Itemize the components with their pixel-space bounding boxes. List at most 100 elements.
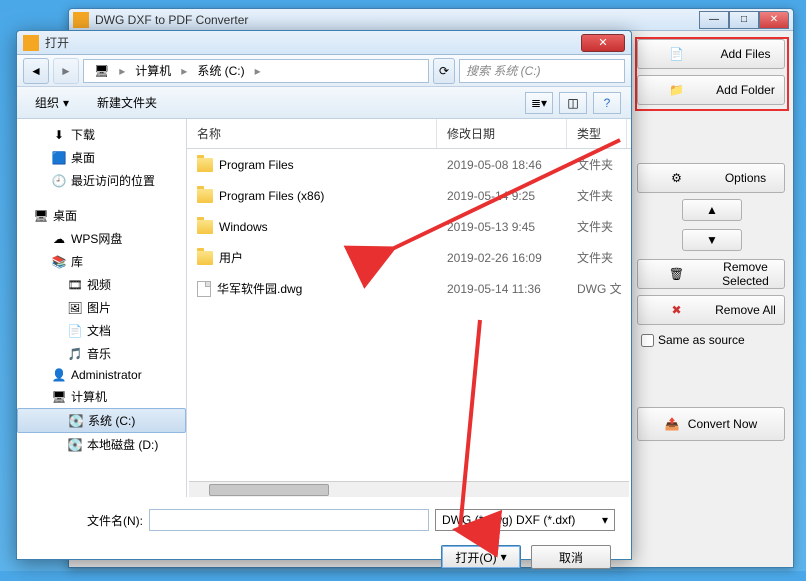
dialog-titlebar[interactable]: 打开 ✕ xyxy=(17,31,631,55)
file-row[interactable]: Windows2019-05-13 9:45文件夹 xyxy=(187,211,631,242)
nav-forward-button[interactable]: ► xyxy=(53,58,79,84)
file-date: 2019-05-14 9:25 xyxy=(437,184,567,207)
breadcrumb-drive[interactable]: 系统 (C:) xyxy=(191,60,250,81)
tree-item[interactable]: ☁ WPS网盘 xyxy=(17,227,186,250)
search-input[interactable]: 搜索 系统 (C:) xyxy=(459,59,625,83)
same-as-source-checkbox[interactable] xyxy=(641,334,654,347)
tree-item-label: 最近访问的位置 xyxy=(71,172,155,189)
folder-icon xyxy=(197,220,213,234)
video-icon: 🎞 xyxy=(67,278,83,292)
maximize-button[interactable]: □ xyxy=(729,11,759,29)
file-type: DWG 文 xyxy=(567,277,627,300)
tree-item[interactable]: 💽系统 (C:) xyxy=(17,408,186,433)
tree-item-label: WPS网盘 xyxy=(71,230,122,247)
breadcrumb-computer-icon[interactable]: 🖥 xyxy=(88,62,115,80)
breadcrumb[interactable]: 🖥 ▸ 计算机 ▸ 系统 (C:) ▸ xyxy=(83,59,429,83)
minimize-button[interactable]: — xyxy=(699,11,729,29)
filename-input[interactable] xyxy=(149,509,429,531)
move-down-button[interactable]: ▼ xyxy=(682,229,742,251)
remove-all-button[interactable]: ✖ Remove All xyxy=(637,295,785,325)
tree-item-label: 音乐 xyxy=(87,345,111,362)
app-title: DWG DXF to PDF Converter xyxy=(95,13,699,27)
add-files-button[interactable]: 📄 Add Files xyxy=(637,39,785,69)
open-button-label: 打开(O) xyxy=(455,549,496,566)
remove-all-icon: ✖ xyxy=(646,300,707,320)
filename-label: 文件名(N): xyxy=(33,512,143,529)
tree-item[interactable]: 🎵音乐 xyxy=(17,342,186,365)
preview-pane-button[interactable]: ◫ xyxy=(559,92,587,114)
add-file-icon: 📄 xyxy=(646,44,707,64)
tree-item[interactable]: 🕘最近访问的位置 xyxy=(17,169,186,192)
refresh-button[interactable]: ⟳ xyxy=(433,58,455,84)
tree-item[interactable]: 🟦桌面 xyxy=(17,146,186,169)
file-row[interactable]: Program Files2019-05-08 18:46文件夹 xyxy=(187,149,631,180)
file-name: 华军软件园.dwg xyxy=(217,280,302,297)
col-type[interactable]: 类型 xyxy=(567,119,627,148)
same-as-source-row[interactable]: Same as source xyxy=(641,333,787,347)
folder-tree[interactable]: ⬇下载🟦桌面🕘最近访问的位置 🖥桌面 ☁ WPS网盘 📚库 🎞 视频 🖼图片📄文档🎵音乐👤Ad… xyxy=(17,119,187,497)
computer-icon: 🖥 xyxy=(51,390,67,404)
search-placeholder: 搜索 系统 (C:) xyxy=(466,62,541,79)
side-panel: 📄 Add Files 📁 Add Folder ⚙ Options ▲ ▼ 🗑… xyxy=(637,39,787,441)
drive-icon: 💽 xyxy=(68,414,84,428)
tree-item[interactable]: 🖼图片 xyxy=(17,296,186,319)
dialog-icon xyxy=(23,35,39,51)
file-date: 2019-05-08 18:46 xyxy=(437,153,567,176)
file-name: Windows xyxy=(219,220,268,234)
library-icon: 📚 xyxy=(51,255,67,269)
convert-now-button[interactable]: 📤 Convert Now xyxy=(637,407,785,441)
tree-item-label: 视频 xyxy=(87,276,111,293)
user-icon: 👤 xyxy=(51,368,67,382)
open-dialog: 打开 ✕ ◄ ► 🖥 ▸ 计算机 ▸ 系统 (C:) ▸ ⟳ 搜索 系统 (C:… xyxy=(16,30,632,560)
tree-item[interactable]: 👤Administrator xyxy=(17,365,186,385)
move-up-button[interactable]: ▲ xyxy=(682,199,742,221)
open-button[interactable]: 打开(O) ▾ xyxy=(441,545,521,569)
tree-item[interactable]: 📄文档 xyxy=(17,319,186,342)
col-name[interactable]: 名称 xyxy=(187,119,437,148)
view-options-button[interactable]: ≣▾ xyxy=(525,92,553,114)
organize-menu[interactable]: 组织 ▾ xyxy=(27,90,77,115)
tree-item[interactable]: 🖥 计算机 xyxy=(17,385,186,408)
chevron-down-icon: ▾ xyxy=(63,96,69,110)
add-folder-button[interactable]: 📁 Add Folder xyxy=(637,75,785,105)
add-folder-icon: 📁 xyxy=(646,80,707,100)
tree-item[interactable]: 🎞 视频 xyxy=(17,273,186,296)
breadcrumb-separator: ▸ xyxy=(253,64,263,78)
close-button[interactable]: ✕ xyxy=(759,11,789,29)
cancel-button[interactable]: 取消 xyxy=(531,545,611,569)
breadcrumb-computer[interactable]: 计算机 xyxy=(129,60,177,81)
file-row[interactable]: 用户2019-02-26 16:09文件夹 xyxy=(187,242,631,273)
main-titlebar[interactable]: DWG DXF to PDF Converter — □ ✕ xyxy=(69,9,793,31)
tree-item-label: 下载 xyxy=(71,126,95,143)
tree-item[interactable]: 🖥桌面 xyxy=(17,204,186,227)
convert-now-label: Convert Now xyxy=(688,417,757,431)
tree-item[interactable]: 📚库 xyxy=(17,250,186,273)
options-button[interactable]: ⚙ Options xyxy=(637,163,785,193)
new-folder-button[interactable]: 新建文件夹 xyxy=(89,90,165,115)
filetype-select[interactable]: DWG (*.dwg) DXF (*.dxf) ▾ xyxy=(435,509,615,531)
file-list[interactable]: 名称 修改日期 类型 Program Files2019-05-08 18:46… xyxy=(187,119,631,497)
image-icon: 🖼 xyxy=(67,301,83,315)
app-icon xyxy=(73,12,89,28)
help-button[interactable]: ? xyxy=(593,92,621,114)
drive-icon: 💽 xyxy=(67,438,83,452)
remove-selected-button[interactable]: 🗑 Remove Selected xyxy=(637,259,785,289)
scrollbar-thumb[interactable] xyxy=(209,484,329,496)
tree-item-label: 计算机 xyxy=(71,388,107,405)
remove-icon: 🗑 xyxy=(646,264,707,284)
remove-all-label: Remove All xyxy=(715,303,776,317)
tree-item-label: 本地磁盘 (D:) xyxy=(87,436,158,453)
horizontal-scrollbar[interactable] xyxy=(189,481,629,497)
tree-item[interactable]: ⬇下载 xyxy=(17,123,186,146)
col-date[interactable]: 修改日期 xyxy=(437,119,567,148)
file-name: 用户 xyxy=(219,249,243,266)
nav-bar: ◄ ► 🖥 ▸ 计算机 ▸ 系统 (C:) ▸ ⟳ 搜索 系统 (C:) xyxy=(17,55,631,87)
dialog-close-button[interactable]: ✕ xyxy=(581,34,625,52)
file-row[interactable]: Program Files (x86)2019-05-14 9:25文件夹 xyxy=(187,180,631,211)
folder-icon xyxy=(197,189,213,203)
file-list-header: 名称 修改日期 类型 xyxy=(187,119,631,149)
nav-back-button[interactable]: ◄ xyxy=(23,58,49,84)
tree-item[interactable]: 💽 本地磁盘 (D:) xyxy=(17,433,186,456)
file-row[interactable]: 华军软件园.dwg2019-05-14 11:36DWG 文 xyxy=(187,273,631,304)
cloud-icon: ☁ xyxy=(51,232,67,246)
